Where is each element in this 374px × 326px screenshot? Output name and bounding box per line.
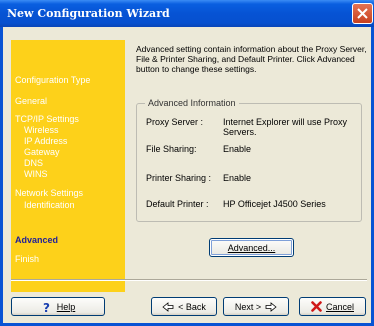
wizard-steps-sidebar: Configuration Type General TCP/IP Settin… — [11, 40, 125, 292]
printer-sharing-label: Printer Sharing : — [146, 173, 212, 183]
help-button-label: Help — [56, 301, 76, 312]
sidebar-item-ip-address: IP Address — [24, 136, 68, 146]
default-printer-value: HP Officejet J4500 Series — [223, 199, 326, 209]
sidebar-item-finish: Finish — [15, 254, 40, 264]
back-button-label: < Back — [178, 301, 206, 312]
next-button-label: Next > — [234, 301, 262, 312]
advanced-information-group: Advanced Information Proxy Server : Inte… — [136, 98, 362, 222]
proxy-server-label: Proxy Server : — [146, 117, 204, 127]
cancel-x-icon — [311, 301, 322, 312]
cancel-button[interactable]: Cancel — [299, 297, 366, 316]
default-printer-label: Default Printer : — [146, 199, 209, 209]
file-sharing-label: File Sharing: — [146, 144, 197, 154]
sidebar-item-identification: Identification — [24, 200, 75, 210]
back-button[interactable]: < Back — [151, 297, 217, 316]
sidebar-item-tcpip-settings: TCP/IP Settings — [15, 114, 79, 124]
help-button[interactable]: ? Help — [11, 297, 105, 316]
cancel-button-label: Cancel — [325, 301, 354, 312]
arrow-left-icon — [162, 301, 174, 312]
sidebar-item-advanced: Advanced — [15, 235, 59, 245]
next-button[interactable]: Next > — [223, 297, 289, 316]
close-icon — [357, 8, 368, 19]
intro-text: Advanced setting contain information abo… — [136, 44, 367, 74]
window-title: New Configuration Wizard — [7, 7, 170, 20]
sidebar-item-wireless: Wireless — [24, 125, 59, 135]
advanced-button-label: Advanced... — [227, 242, 276, 253]
advanced-button[interactable]: Advanced... — [209, 238, 294, 257]
arrow-right-icon — [265, 301, 277, 312]
sidebar-item-wins: WINS — [24, 169, 48, 179]
footer-divider — [11, 279, 367, 281]
proxy-server-value: Internet Explorer will use Proxy Servers… — [223, 117, 348, 137]
sidebar-item-dns: DNS — [24, 158, 44, 168]
svg-text:?: ? — [43, 301, 50, 313]
sidebar-item-general: General — [15, 96, 48, 106]
question-mark-icon: ? — [43, 301, 50, 313]
sidebar-item-configuration-type: Configuration Type — [15, 75, 91, 85]
close-button[interactable] — [352, 3, 373, 24]
sidebar-item-network-settings: Network Settings — [15, 188, 84, 198]
printer-sharing-value: Enable — [223, 173, 252, 183]
sidebar-item-gateway: Gateway — [24, 147, 60, 157]
title-bar: New Configuration Wizard — [0, 0, 374, 27]
wizard-window: Configuration Type General TCP/IP Settin… — [0, 27, 374, 326]
group-title: Advanced Information — [145, 98, 239, 108]
file-sharing-value: Enable — [223, 144, 252, 154]
